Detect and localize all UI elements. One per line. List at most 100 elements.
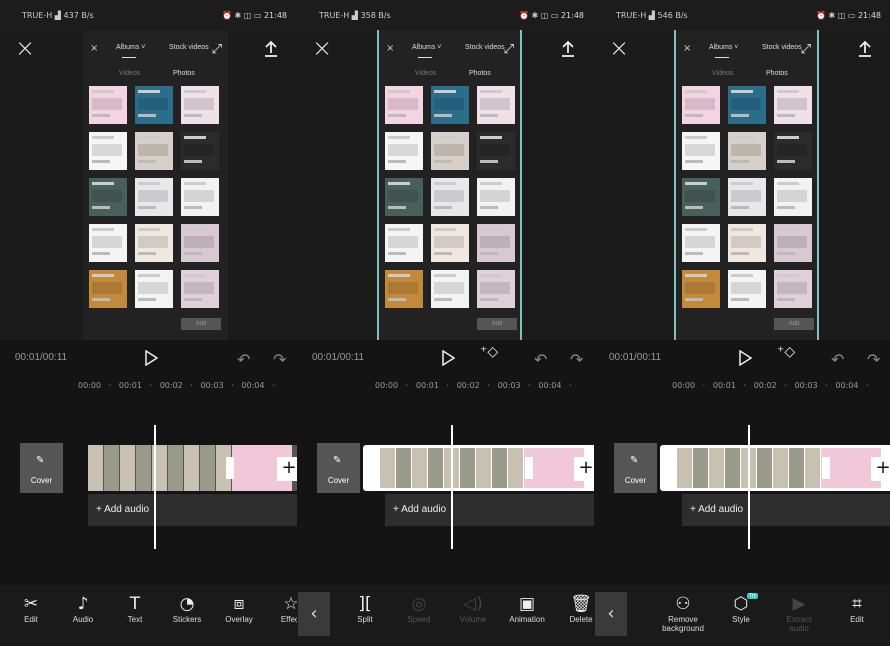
play-icon[interactable] <box>441 349 456 367</box>
photo-thumbnail[interactable] <box>385 224 423 262</box>
close-icon[interactable]: × <box>15 36 35 60</box>
cover-thumbnail[interactable]: ✎ Cover <box>614 443 657 493</box>
add-media-button[interactable]: Add <box>181 318 221 330</box>
photo-thumbnail[interactable] <box>385 132 423 170</box>
photo-thumbnail[interactable] <box>135 86 173 124</box>
photo-thumbnail[interactable] <box>728 224 766 262</box>
photo-thumbnail[interactable] <box>774 270 812 308</box>
photo-thumbnail[interactable] <box>682 224 720 262</box>
undo-icon[interactable]: ↶ <box>534 350 547 369</box>
toolbar-item-delete[interactable]: 🗑 Delete <box>559 593 594 624</box>
redo-icon[interactable]: ↷ <box>867 350 880 369</box>
playhead[interactable] <box>154 425 156 549</box>
toolbar-item-volume[interactable]: ◁) Volume <box>451 593 495 624</box>
photo-thumbnail[interactable] <box>181 86 219 124</box>
toolbar-item-extract-audio[interactable]: ▶ Extract audio <box>777 593 821 633</box>
export-icon[interactable] <box>857 40 873 58</box>
photo-thumbnail[interactable] <box>135 270 173 308</box>
photo-thumbnail[interactable] <box>385 178 423 216</box>
play-icon[interactable] <box>738 349 753 367</box>
photo-thumbnail[interactable] <box>385 270 423 308</box>
picker-close-icon[interactable]: × <box>683 43 691 54</box>
photo-thumbnail[interactable] <box>431 86 469 124</box>
picker-close-icon[interactable]: × <box>90 43 98 54</box>
expand-icon[interactable]: ⤢ <box>212 42 222 57</box>
photo-thumbnail[interactable] <box>89 86 127 124</box>
keyframe-add-icon[interactable]: ⁺◇ <box>480 344 498 360</box>
add-media-button[interactable]: Add <box>477 318 517 330</box>
photo-thumbnail[interactable] <box>774 132 812 170</box>
add-clip-button[interactable]: + <box>871 457 890 481</box>
photo-thumbnail[interactable] <box>385 86 423 124</box>
back-button[interactable]: ‹ <box>595 592 627 636</box>
toolbar-item-effect[interactable]: ☆Effect <box>269 593 297 624</box>
photo-thumbnail[interactable] <box>477 132 515 170</box>
add-clip-button[interactable]: + <box>574 457 594 481</box>
add-audio-button[interactable]: + Add audio <box>88 494 297 526</box>
stock-videos-tab[interactable]: Stock videos <box>762 44 802 51</box>
toolbar-item-split[interactable]: ][Split <box>343 593 387 624</box>
export-icon[interactable] <box>263 40 279 58</box>
photo-thumbnail[interactable] <box>774 224 812 262</box>
photo-thumbnail[interactable] <box>774 178 812 216</box>
photo-thumbnail[interactable] <box>181 132 219 170</box>
photo-thumbnail[interactable] <box>135 224 173 262</box>
toolbar-item-audio[interactable]: ♪ Audio <box>61 593 105 624</box>
stock-videos-tab[interactable]: Stock videos <box>465 44 505 51</box>
photo-thumbnail[interactable] <box>728 86 766 124</box>
close-icon[interactable]: × <box>312 36 332 60</box>
photo-thumbnail[interactable] <box>477 270 515 308</box>
photo-thumbnail[interactable] <box>431 178 469 216</box>
add-media-button[interactable]: Add <box>774 318 814 330</box>
toolbar-item-style[interactable]: ⬡ Style Try <box>719 593 763 624</box>
photo-thumbnail[interactable] <box>774 86 812 124</box>
add-audio-button[interactable]: + Add audio <box>385 494 594 526</box>
albums-dropdown[interactable]: Albums ˅ <box>116 44 145 51</box>
photos-tab[interactable]: Photos <box>766 70 788 77</box>
toolbar-item-speed[interactable]: ◎ Speed <box>397 593 441 624</box>
expand-icon[interactable]: ⤢ <box>504 42 514 57</box>
videos-tab[interactable]: Videos <box>415 70 436 77</box>
trim-handle[interactable] <box>822 457 830 479</box>
albums-dropdown[interactable]: Albums ˅ <box>412 44 441 51</box>
export-icon[interactable] <box>560 40 576 58</box>
photo-thumbnail[interactable] <box>477 224 515 262</box>
trim-handle[interactable] <box>525 457 533 479</box>
photo-thumbnail[interactable] <box>89 270 127 308</box>
video-clip-track[interactable] <box>88 445 297 491</box>
photo-thumbnail[interactable] <box>89 178 127 216</box>
add-clip-button[interactable]: + <box>277 457 297 481</box>
photo-thumbnail[interactable] <box>682 86 720 124</box>
redo-icon[interactable]: ↷ <box>570 350 583 369</box>
photo-thumbnail[interactable] <box>135 178 173 216</box>
add-audio-button[interactable]: + Add audio <box>682 494 890 526</box>
photo-thumbnail[interactable] <box>728 178 766 216</box>
toolbar-item-overlay[interactable]: ⧈ Overlay <box>217 593 261 624</box>
photo-thumbnail[interactable] <box>89 224 127 262</box>
photo-thumbnail[interactable] <box>682 132 720 170</box>
playhead[interactable] <box>451 425 453 549</box>
videos-tab[interactable]: Videos <box>119 70 140 77</box>
undo-icon[interactable]: ↶ <box>237 350 250 369</box>
videos-tab[interactable]: Videos <box>712 70 733 77</box>
photo-thumbnail[interactable] <box>477 178 515 216</box>
photo-thumbnail[interactable] <box>431 132 469 170</box>
toolbar-item-animation[interactable]: ▣ Animation <box>505 593 549 624</box>
photo-thumbnail[interactable] <box>181 224 219 262</box>
photo-thumbnail[interactable] <box>728 270 766 308</box>
photo-thumbnail[interactable] <box>181 178 219 216</box>
playhead[interactable] <box>748 425 750 549</box>
stock-videos-tab[interactable]: Stock videos <box>169 44 209 51</box>
photo-thumbnail[interactable] <box>181 270 219 308</box>
photo-thumbnail[interactable] <box>89 132 127 170</box>
photo-thumbnail[interactable] <box>431 224 469 262</box>
video-clip-track[interactable] <box>660 445 890 491</box>
photo-thumbnail[interactable] <box>477 86 515 124</box>
toolbar-item-remove-background[interactable]: ⚇ Remove background <box>661 593 705 633</box>
toolbar-item-stickers[interactable]: ◔ Stickers <box>165 593 209 624</box>
photo-thumbnail[interactable] <box>431 270 469 308</box>
toolbar-item-edit[interactable]: ✂ Edit <box>9 593 53 624</box>
undo-icon[interactable]: ↶ <box>831 350 844 369</box>
redo-icon[interactable]: ↷ <box>273 350 286 369</box>
photos-tab[interactable]: Photos <box>173 70 195 77</box>
